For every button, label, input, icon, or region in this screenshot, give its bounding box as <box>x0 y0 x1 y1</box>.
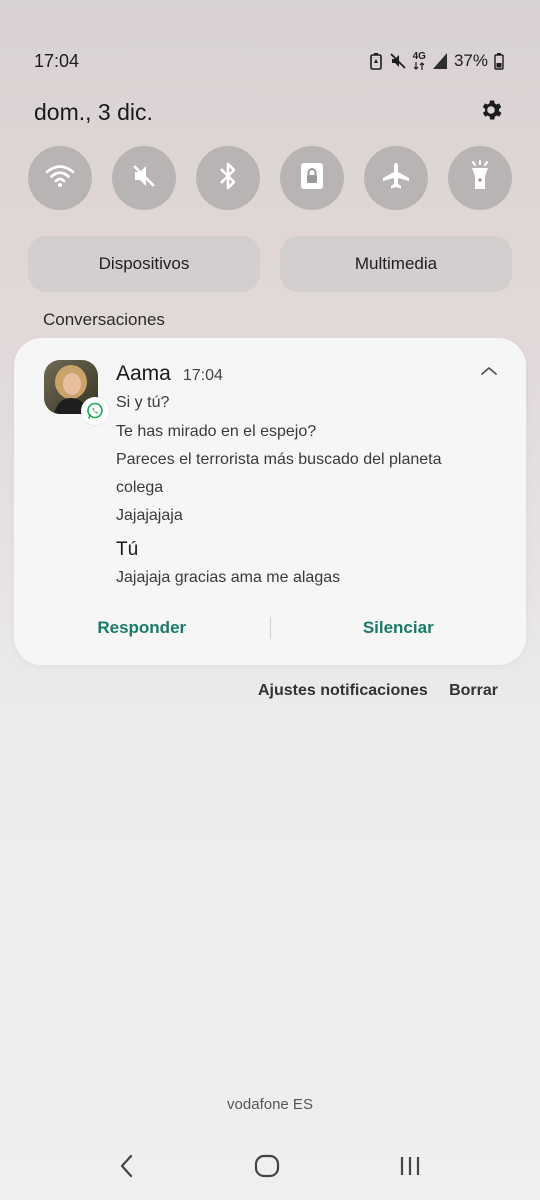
mute-button[interactable]: Silenciar <box>271 618 527 638</box>
navigation-bar <box>0 1140 540 1196</box>
reply-message: Jajajaja gracias ama me alagas <box>116 569 341 586</box>
back-icon[interactable] <box>119 1154 135 1183</box>
clear-button[interactable]: Borrar <box>449 682 498 700</box>
whatsapp-icon <box>81 397 109 425</box>
rotation-lock-icon <box>299 161 325 196</box>
carrier-label: vodafone ES <box>227 1096 313 1113</box>
media-button[interactable]: Multimedia <box>280 236 512 292</box>
message-line: colega <box>116 479 164 496</box>
status-time: 17:04 <box>34 50 80 71</box>
message-line: Si y tú? <box>116 394 170 411</box>
message-line: Jajajajaja <box>116 507 183 524</box>
wifi-toggle[interactable] <box>28 146 92 210</box>
notification-actions: Responder Silenciar <box>14 608 526 648</box>
message-line: Te has mirado en el espejo? <box>116 423 317 440</box>
battery-saver-icon <box>369 52 383 70</box>
sound-toggle[interactable] <box>112 146 176 210</box>
notification-card[interactable]: Aama 17:04 Si y tú? Te has mirado en el … <box>14 338 526 665</box>
bluetooth-toggle[interactable] <box>196 146 260 210</box>
message-line: Pareces el terrorista más buscado del pl… <box>116 451 442 468</box>
device-media-row: Dispositivos Multimedia <box>28 236 512 292</box>
notification-footer: Ajustes notificaciones Borrar <box>258 680 498 702</box>
battery-icon <box>494 52 504 70</box>
gear-icon[interactable] <box>478 97 504 128</box>
airplane-toggle[interactable] <box>364 146 428 210</box>
flashlight-icon <box>468 159 492 197</box>
battery-percent: 37% <box>453 51 488 70</box>
notification-settings-button[interactable]: Ajustes notificaciones <box>258 682 428 700</box>
status-bar: 17:04 4G 37% <box>0 44 540 78</box>
date-text: dom., 3 dic. <box>34 98 153 125</box>
sender-name: Aama <box>116 362 171 385</box>
wifi-icon <box>45 164 75 193</box>
quick-settings <box>28 146 512 210</box>
flashlight-toggle[interactable] <box>448 146 512 210</box>
mute-icon <box>389 52 407 70</box>
reply-sender: Tú <box>116 539 139 560</box>
mute-icon <box>130 162 158 195</box>
devices-button[interactable]: Dispositivos <box>28 236 260 292</box>
message-time: 17:04 <box>182 367 223 384</box>
recents-icon[interactable] <box>399 1154 421 1183</box>
status-icons: 4G 37% <box>369 51 504 71</box>
network-label: 4G <box>412 51 426 62</box>
rotation-lock-toggle[interactable] <box>280 146 344 210</box>
home-icon[interactable] <box>254 1154 280 1183</box>
bluetooth-icon <box>218 161 238 196</box>
chevron-up-icon[interactable] <box>480 364 498 382</box>
sender-line: Aama 17:04 <box>116 362 223 386</box>
reply-button[interactable]: Responder <box>14 618 270 638</box>
airplane-icon <box>380 161 412 196</box>
date-row: dom., 3 dic. <box>34 96 504 128</box>
signal-4g-icon: 4G <box>413 52 426 70</box>
conversations-title: Conversaciones <box>43 310 165 329</box>
cell-signal-icon <box>432 52 448 70</box>
